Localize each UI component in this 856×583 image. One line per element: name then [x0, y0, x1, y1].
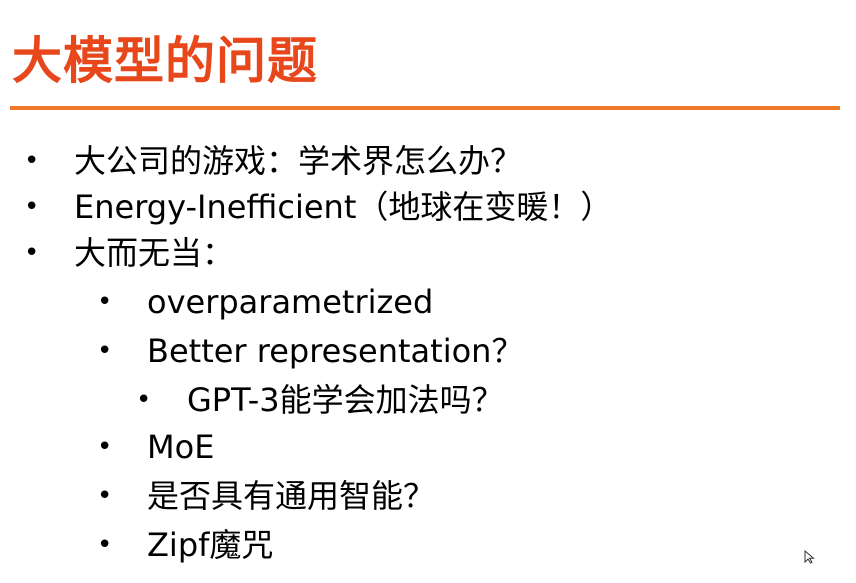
- bullet-text: 是否具有通用智能？: [147, 477, 436, 515]
- bullet-text: GPT-3能学会加法吗？: [187, 381, 504, 419]
- bullet-text: Better representation？: [147, 332, 524, 370]
- bullet-text: MoE: [147, 428, 215, 466]
- bullet-dot: •: [97, 336, 113, 366]
- bullet-text: 大而无当：: [74, 234, 235, 272]
- bullet-dot: •: [97, 530, 113, 560]
- bullet-text: Zipf魔咒: [147, 526, 274, 564]
- bullet-dot: •: [24, 146, 40, 176]
- bullet-dot: •: [24, 192, 40, 222]
- bullet-dot: •: [97, 481, 113, 511]
- bullet-dot: •: [97, 287, 113, 317]
- bullet-list: • 大公司的游戏：学术界怎么办？ • Energy-Inefficient（地球…: [0, 0, 856, 583]
- bullet-text: 大公司的游戏：学术界怎么办？: [74, 142, 523, 180]
- bullet-dot: •: [97, 432, 113, 462]
- mouse-pointer-icon: [804, 549, 816, 564]
- bullet-text: overparametrized: [147, 283, 434, 321]
- bullet-text: Energy-Inefficient（地球在变暖！）: [74, 188, 613, 226]
- bullet-dot: •: [24, 238, 40, 268]
- bullet-dot: •: [136, 385, 152, 415]
